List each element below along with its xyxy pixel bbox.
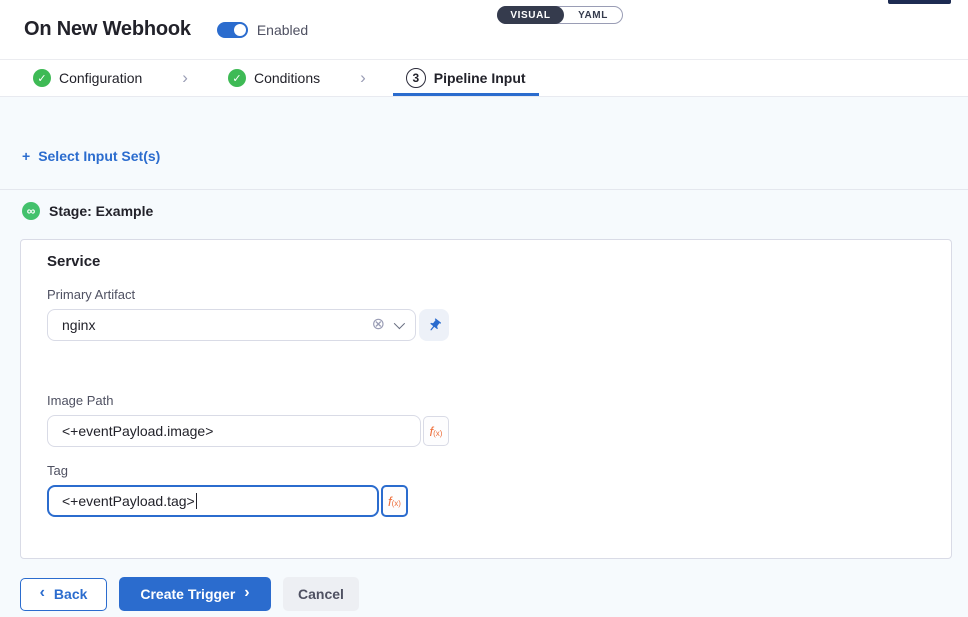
primary-artifact-select[interactable]: nginx ⊗	[47, 309, 416, 341]
pin-artifact-button[interactable]	[419, 309, 449, 341]
primary-artifact-label: Primary Artifact	[47, 287, 925, 302]
stage-label: Stage: Example	[49, 203, 153, 219]
cutoff-button-edge	[888, 0, 951, 4]
check-circle-icon: ✓	[33, 69, 51, 87]
visual-yaml-switch: VISUAL YAML	[497, 6, 623, 24]
enabled-toggle[interactable]	[217, 22, 248, 38]
tag-label: Tag	[47, 463, 925, 478]
image-path-input[interactable]: <+eventPayload.image>	[47, 415, 421, 447]
view-mode-yaml[interactable]: YAML	[564, 10, 622, 21]
step-number-icon: 3	[406, 68, 426, 88]
tab-pipeline-input-label: Pipeline Input	[434, 70, 526, 86]
service-card: Service Primary Artifact nginx ⊗ Image P…	[20, 239, 952, 559]
stage-header: ∞ Stage: Example	[22, 202, 153, 220]
tag-input[interactable]: <+eventPayload.tag>	[47, 485, 379, 517]
enabled-toggle-label: Enabled	[257, 22, 308, 38]
chevron-right-icon: ›	[182, 68, 188, 88]
image-path-label: Image Path	[47, 393, 925, 408]
chevron-down-icon[interactable]	[394, 318, 405, 329]
select-input-sets-button[interactable]: + Select Input Set(s)	[22, 148, 160, 164]
view-mode-visual[interactable]: VISUAL	[497, 6, 564, 24]
back-button[interactable]: ‹ Back	[20, 578, 107, 611]
service-card-title: Service	[47, 253, 925, 270]
tab-pipeline-input[interactable]: 3 Pipeline Input	[406, 60, 526, 96]
tab-configuration[interactable]: ✓ Configuration	[33, 60, 142, 96]
chevron-right-icon: ›	[244, 585, 249, 601]
back-button-label: Back	[54, 586, 87, 602]
deploy-stage-icon: ∞	[22, 202, 40, 220]
check-circle-icon: ✓	[228, 69, 246, 87]
footer-actions: ‹ Back Create Trigger › Cancel	[20, 577, 359, 611]
chevron-right-icon: ›	[360, 68, 366, 88]
primary-artifact-value: nginx	[62, 317, 372, 333]
expression-fx-button[interactable]: f(x)	[423, 416, 449, 446]
cancel-button[interactable]: Cancel	[283, 577, 359, 611]
tag-value: <+eventPayload.tag>	[62, 493, 195, 509]
tab-configuration-label: Configuration	[59, 70, 142, 86]
text-caret	[196, 493, 198, 509]
pipeline-input-panel: + Select Input Set(s) ∞ Stage: Example S…	[0, 97, 968, 617]
wizard-tab-bar: ✓ Configuration › ✓ Conditions › 3 Pipel…	[0, 60, 968, 97]
pushpin-icon	[423, 314, 444, 335]
cancel-button-label: Cancel	[298, 586, 344, 602]
chevron-left-icon: ‹	[40, 585, 45, 601]
page-header: On New Webhook Enabled VISUAL YAML	[0, 0, 968, 60]
section-divider	[0, 189, 968, 190]
tab-conditions[interactable]: ✓ Conditions	[228, 60, 320, 96]
image-path-value: <+eventPayload.image>	[62, 423, 213, 439]
select-input-sets-label: Select Input Set(s)	[38, 148, 160, 164]
clear-selection-icon[interactable]: ⊗	[372, 317, 385, 333]
expression-fx-button[interactable]: f(x)	[381, 485, 408, 517]
create-trigger-button[interactable]: Create Trigger ›	[119, 577, 271, 611]
create-trigger-label: Create Trigger	[140, 586, 235, 602]
page-title: On New Webhook	[24, 18, 191, 41]
tab-conditions-label: Conditions	[254, 70, 320, 86]
plus-icon: +	[22, 148, 30, 164]
toggle-knob-icon	[234, 24, 246, 36]
